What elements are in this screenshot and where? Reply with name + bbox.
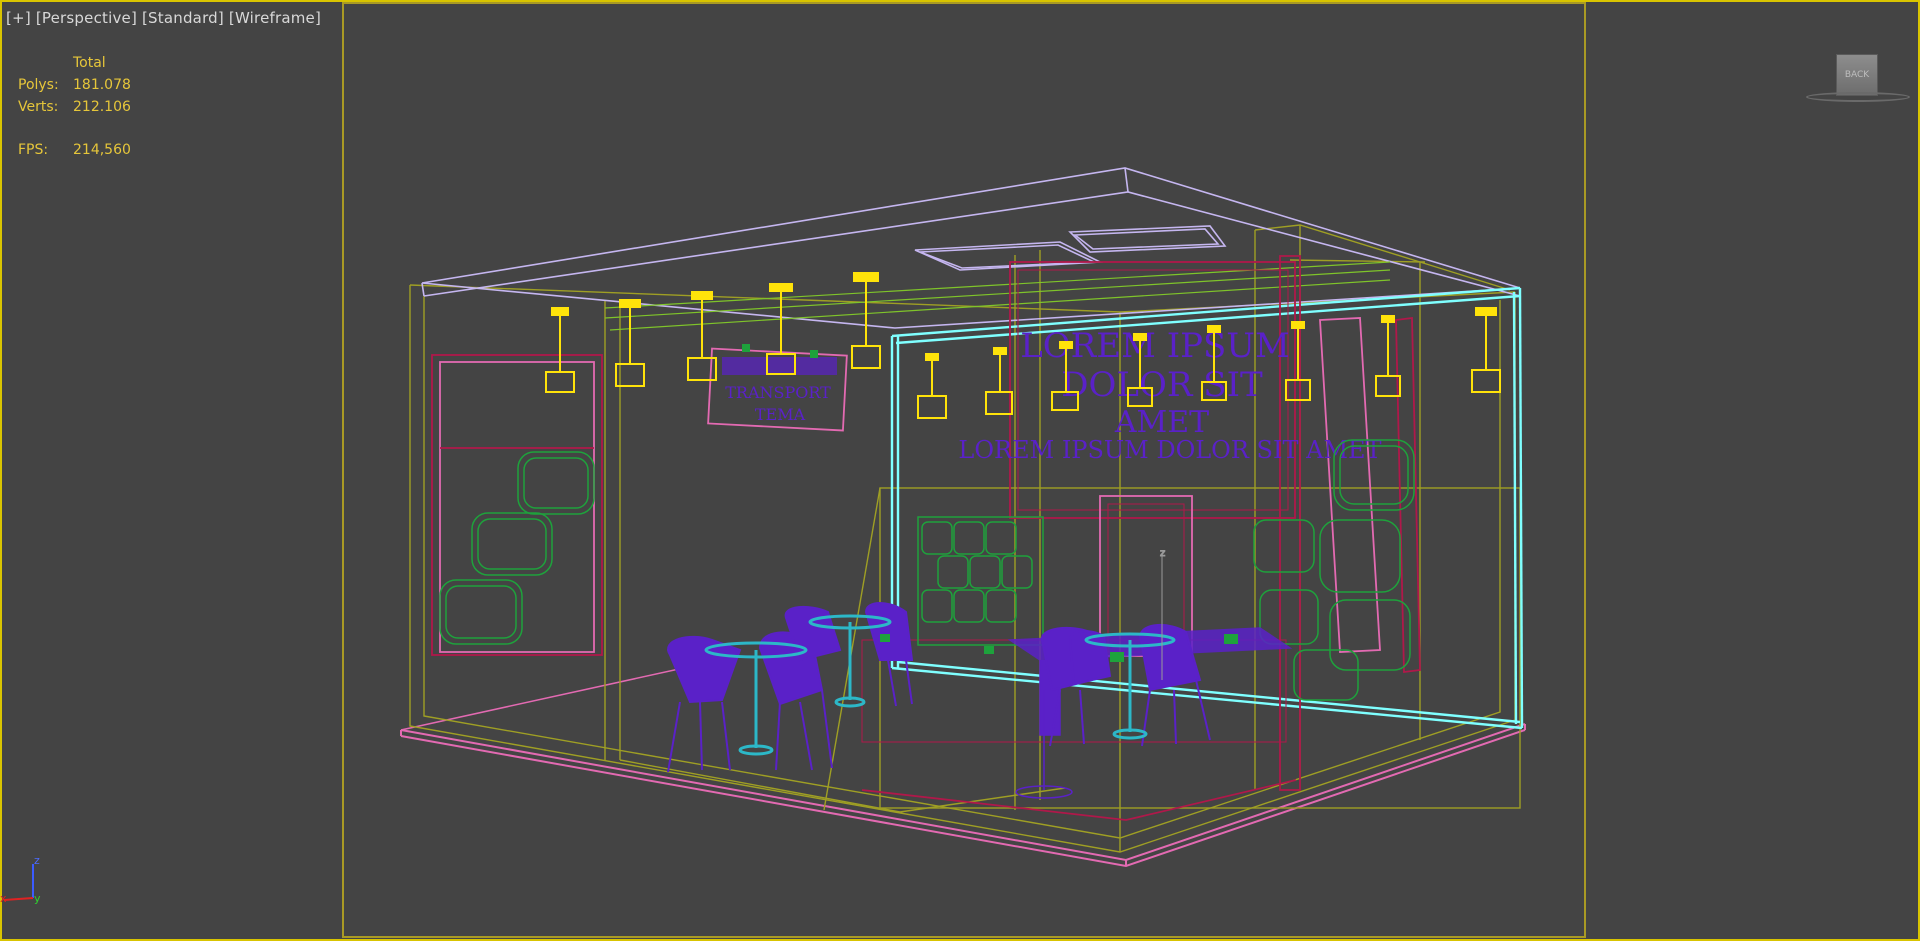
viewcube[interactable]: BACK xyxy=(1802,52,1914,104)
lettering-line-4: LOREM IPSUM DOLOR SIT AMET xyxy=(958,436,1381,464)
hanging-sign-small-line-1: TRANSPORT xyxy=(725,383,831,402)
pendant-light xyxy=(1471,307,1501,393)
ceiling-frame xyxy=(421,167,1521,329)
viewcube-compass-ring[interactable] xyxy=(1806,92,1910,102)
pendant-light xyxy=(545,307,575,393)
axis-y-label: y xyxy=(34,892,41,905)
axis-tripod: z x y xyxy=(0,854,48,910)
perspective-viewport[interactable]: [+] [Perspective] [Standard] [Wireframe]… xyxy=(0,0,1920,941)
hanging-sign-small-line-2: TEMA xyxy=(755,405,806,424)
axis-x-label: x xyxy=(0,892,7,905)
lettering-line-3: AMET xyxy=(1114,405,1209,440)
svg-text:z: z xyxy=(1160,548,1165,559)
axis-z-label: z xyxy=(34,854,40,867)
lettering-line-2: DOLOR SIT xyxy=(1061,365,1263,405)
pendant-light xyxy=(985,347,1013,415)
back-wall-lettering: LOREM IPSUM DOLOR SIT AMET LOREM IPSUM D… xyxy=(958,326,1381,464)
green-wall-modules xyxy=(439,439,1415,701)
pendant-light xyxy=(917,353,947,419)
hanging-sign-small: TRANSPORT TEMA xyxy=(707,347,848,432)
wireframe-scene[interactable]: TRANSPORT TEMA LOREM IPSUM DOLOR SIT AME… xyxy=(0,0,1920,941)
floor-slab xyxy=(400,659,1526,868)
ceiling-beams xyxy=(604,261,1391,331)
viewcube-back-face[interactable]: BACK xyxy=(1836,54,1878,96)
pendant-light xyxy=(851,272,881,369)
